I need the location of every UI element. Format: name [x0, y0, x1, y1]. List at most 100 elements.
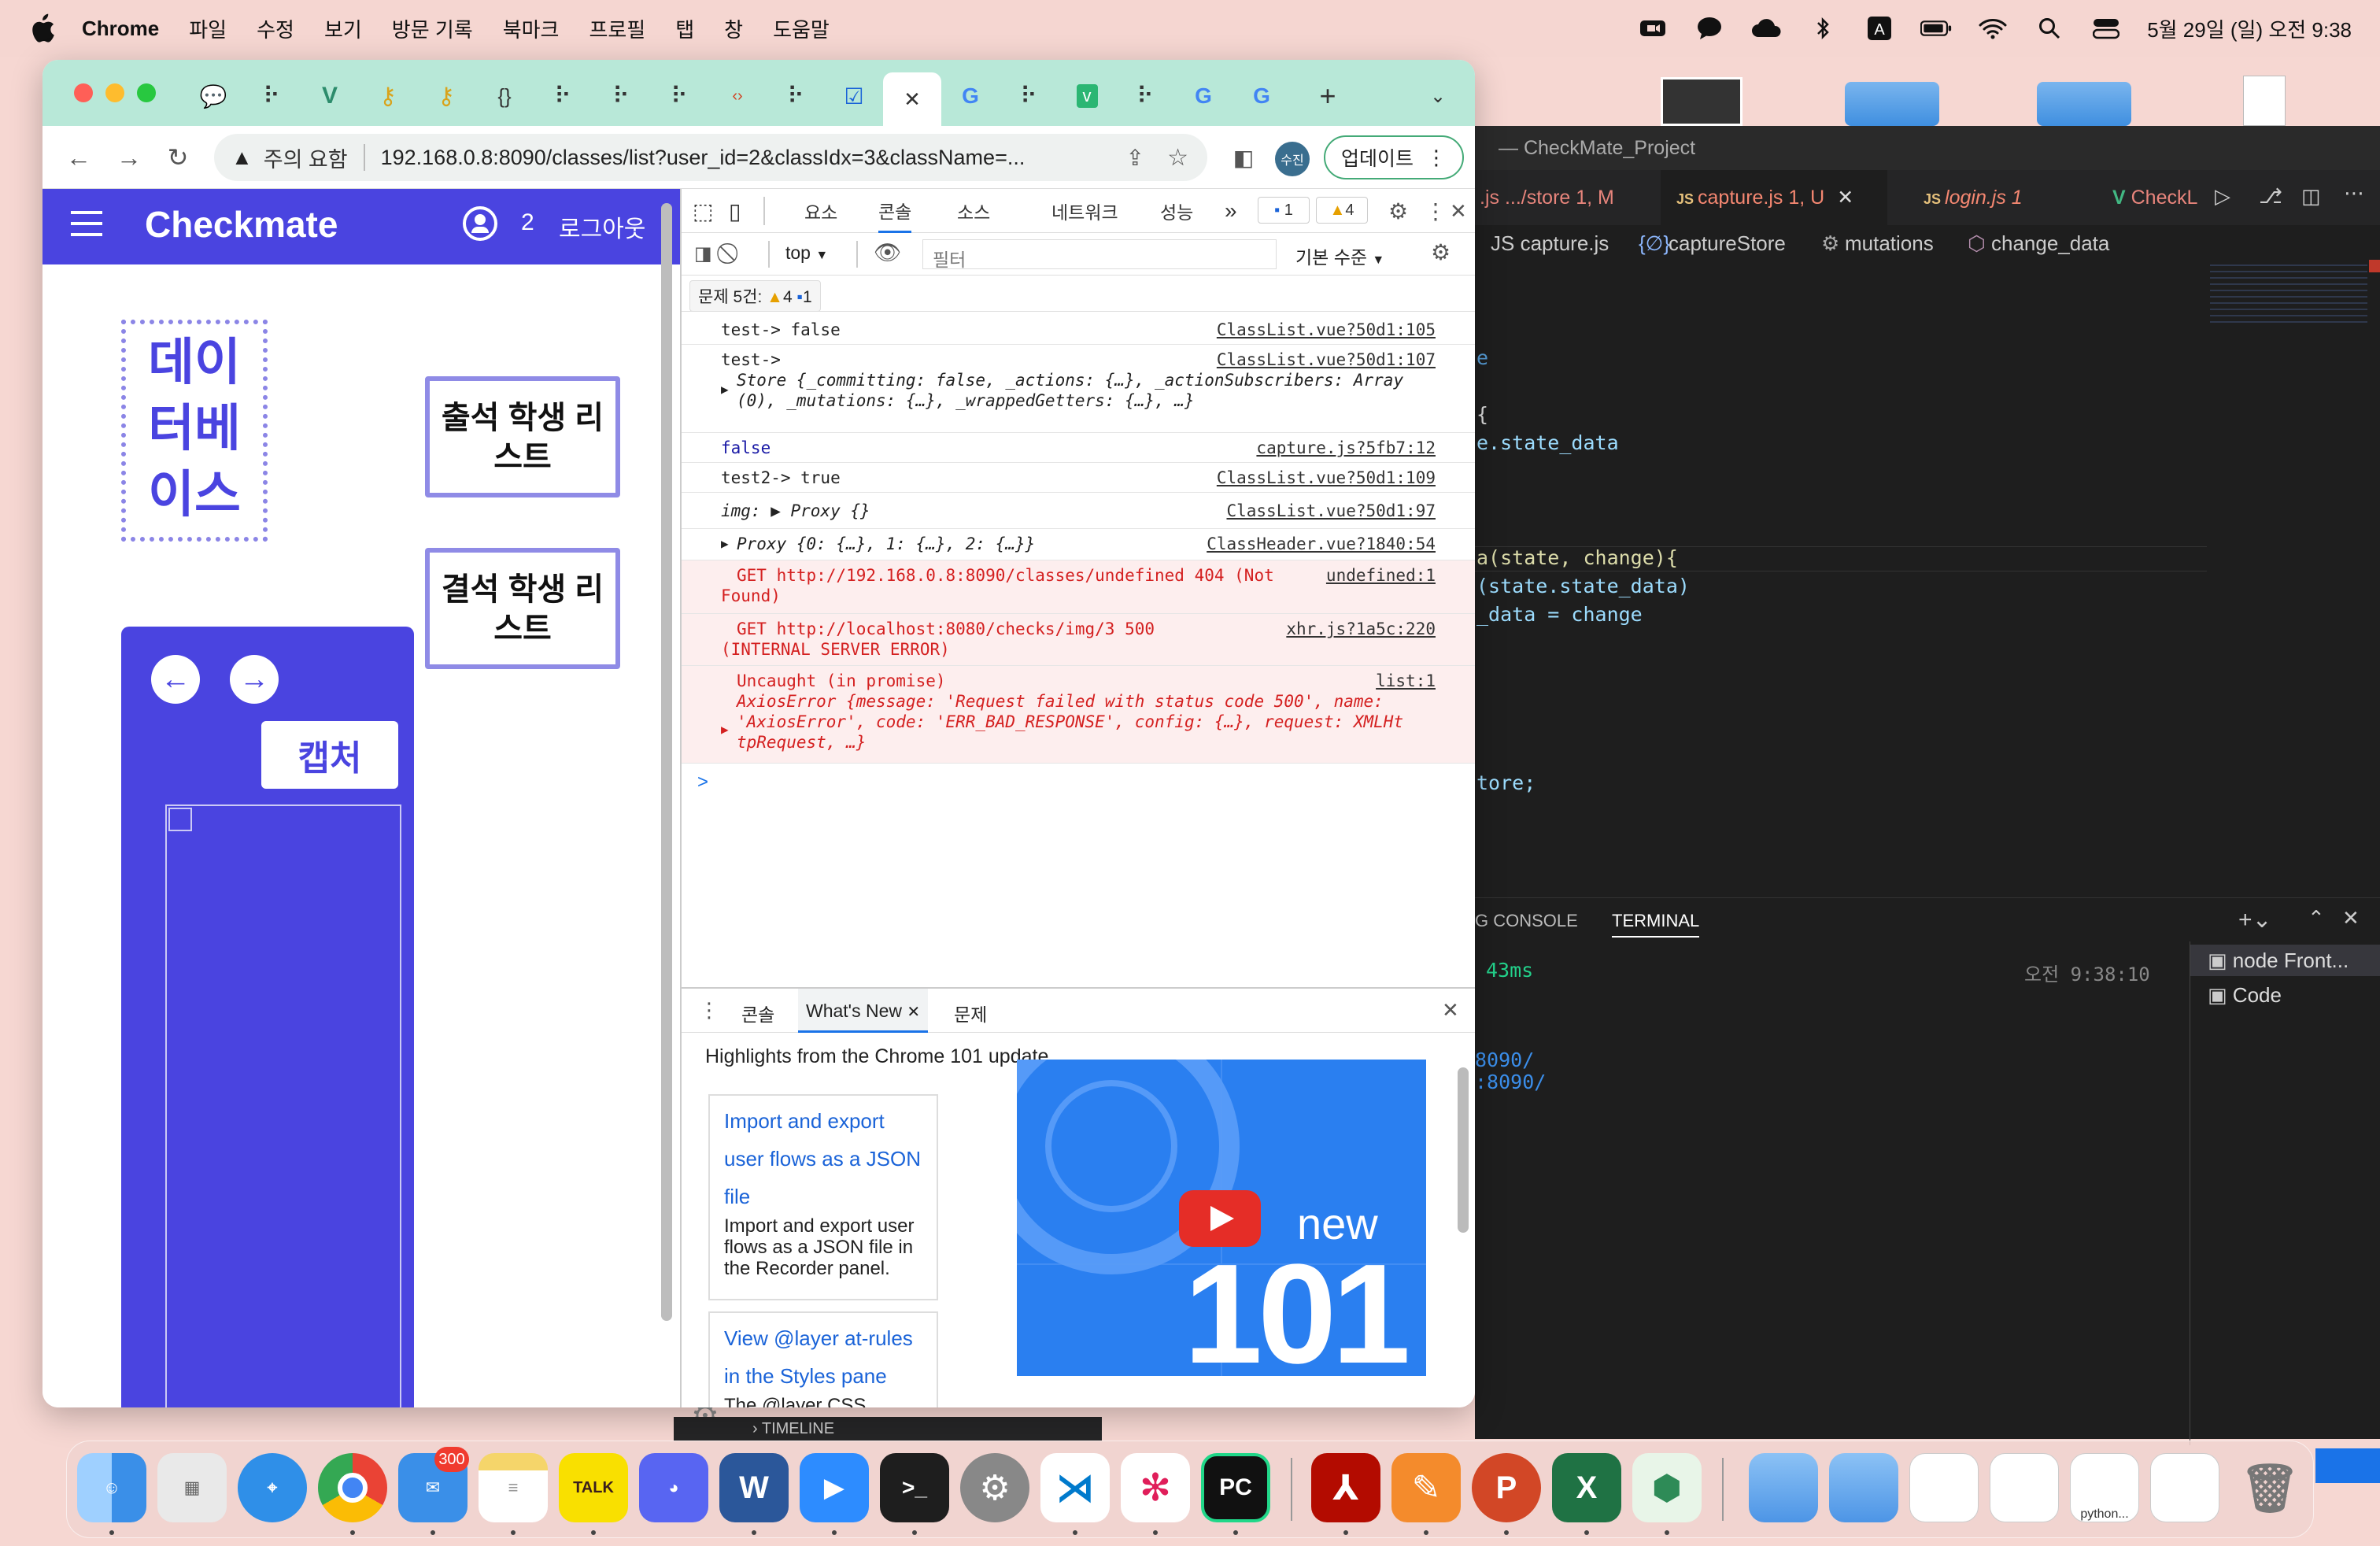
minimap[interactable]	[2210, 260, 2367, 323]
console-message[interactable]: ▶ Proxy {0: {…}, 1: {…}, 2: {…}} ClassHead…	[682, 529, 1475, 560]
notification-corner-icon[interactable]	[2315, 1448, 2380, 1483]
pycharm-icon[interactable]: PC	[1201, 1453, 1270, 1522]
slack-icon[interactable]: ✻	[1121, 1453, 1190, 1522]
console-error[interactable]: GET http://localhost:8080/checks/img/3 5…	[682, 614, 1475, 666]
capture-button[interactable]: 캡처	[261, 721, 398, 789]
menu-app-name[interactable]: Chrome	[82, 17, 159, 41]
kebab-menu-icon[interactable]: ⋮	[1425, 189, 1447, 233]
menu-profiles[interactable]: 프로필	[589, 14, 645, 43]
console-source-link[interactable]: xhr.js?1a5c:220	[1286, 619, 1436, 639]
console-prompt[interactable]: >	[697, 771, 708, 793]
input-source-icon[interactable]: A	[1864, 15, 1895, 42]
tab-app[interactable]: ⠗	[1116, 72, 1174, 120]
tab-v[interactable]: v	[1058, 72, 1116, 120]
vscode-tab-store[interactable]: .js .../store 1, M	[1475, 170, 1661, 225]
tab-performance[interactable]: 성능	[1160, 189, 1193, 233]
finder-icon[interactable]: ☺	[77, 1453, 146, 1522]
desktop-folder-icon[interactable]	[1845, 82, 1939, 126]
menu-window[interactable]: 창	[724, 14, 743, 43]
drawer-menu-icon[interactable]: ⋮	[699, 998, 719, 1023]
close-icon[interactable]: ✕	[1450, 189, 1467, 233]
console-error[interactable]: GET http://192.168.0.8:8090/classes/unde…	[682, 560, 1475, 614]
page-scrollbar[interactable]	[661, 203, 672, 1321]
tab-search-button[interactable]: ⌄	[1409, 72, 1467, 120]
preview-thumbnail-icon[interactable]	[1990, 1453, 2059, 1522]
minimize-window-button[interactable]	[105, 83, 124, 102]
folder-icon[interactable]	[1749, 1453, 1818, 1522]
tab-app[interactable]: ⠗	[767, 72, 825, 120]
tab-elements[interactable]: 요소	[804, 189, 837, 233]
database-label[interactable]: 데이 터베 이스	[121, 320, 268, 542]
drawer-tab-console[interactable]: 콘솔	[741, 1000, 774, 1026]
device-toolbar-icon[interactable]: ▯	[729, 189, 741, 233]
console-filter-input[interactable]: 필터	[922, 239, 1277, 270]
console-message[interactable]: false capture.js?5fb7:12	[682, 433, 1475, 463]
tab-sources[interactable]: 소스	[957, 189, 990, 233]
inspect-icon[interactable]: ⬚	[693, 189, 713, 233]
tab-network[interactable]: 네트워크	[1051, 189, 1118, 233]
desktop-file-icon[interactable]	[2243, 76, 2286, 126]
menu-file[interactable]: 파일	[189, 14, 227, 43]
folder-icon[interactable]	[1829, 1453, 1898, 1522]
timeline-section[interactable]: › TIMELINE	[674, 1417, 1102, 1441]
panel-tab-debug-console[interactable]: G CONSOLE	[1475, 911, 1578, 931]
console-error[interactable]: Uncaught (in promise) list:1 ▶ AxiosError …	[682, 666, 1475, 764]
breadcrumb-mutations[interactable]: mutations	[1845, 231, 1934, 256]
close-icon[interactable]: ✕	[1837, 187, 1853, 209]
preview-thumbnail-icon[interactable]	[2150, 1453, 2219, 1522]
close-icon[interactable]: ✕	[907, 1004, 920, 1021]
expand-arrow-icon[interactable]: ▶	[721, 719, 729, 740]
tab-app[interactable]: ⠗	[650, 72, 708, 120]
menu-history[interactable]: 방문 기록	[392, 14, 473, 43]
context-select[interactable]: top ▼	[785, 242, 828, 264]
menu-view[interactable]: 보기	[324, 14, 362, 43]
excel-icon[interactable]: X	[1552, 1453, 1621, 1522]
expand-arrow-icon[interactable]: ▶	[721, 534, 729, 554]
close-icon[interactable]: ✕	[1442, 998, 1459, 1023]
bluetooth-icon[interactable]	[1807, 15, 1839, 42]
drawer-tab-whats-new[interactable]: What's New ✕	[798, 989, 929, 1033]
tab-google[interactable]: G	[1174, 72, 1232, 120]
console-source-link[interactable]: ClassHeader.vue?1840:54	[1207, 534, 1436, 554]
star-icon[interactable]: ☆	[1167, 144, 1188, 172]
share-icon[interactable]: ⇪	[1126, 145, 1144, 171]
vscode-tab-login[interactable]: JS login.js 1	[1908, 170, 2097, 225]
acrobat-icon[interactable]: ⅄	[1311, 1453, 1380, 1522]
zoom-window-button[interactable]	[137, 83, 156, 102]
breadcrumb-file[interactable]: JS capture.js	[1491, 231, 1609, 256]
eye-icon[interactable]: 👁	[874, 239, 902, 265]
zoom-status-icon[interactable]	[1637, 15, 1669, 42]
terminal-icon[interactable]: >_	[880, 1453, 949, 1522]
profile-avatar[interactable]: 수진	[1275, 142, 1310, 176]
feature-card-title[interactable]: Import and export user flows as a JSON f…	[724, 1102, 922, 1215]
word-icon[interactable]: W	[719, 1453, 789, 1522]
drawer-scrollbar[interactable]	[1458, 1067, 1469, 1233]
tab-google[interactable]: G	[1232, 72, 1291, 120]
issues-button[interactable]: 문제 5건: ▲4 ▪1	[689, 280, 821, 312]
user-avatar-icon[interactable]	[463, 206, 497, 241]
more-icon[interactable]: ⋯	[2344, 181, 2372, 209]
warning-icon[interactable]: ▲	[231, 146, 253, 170]
sidebar-toggle-icon[interactable]: ◨	[694, 242, 712, 265]
feature-card[interactable]: Import and export user flows as a JSON f…	[708, 1094, 938, 1300]
code-line[interactable]: e.state_data	[1476, 431, 1619, 454]
console-message[interactable]: test2-> true ClassList.vue?50d1:109	[682, 463, 1475, 493]
expand-arrow-icon[interactable]: ▶	[721, 379, 729, 400]
safari-icon[interactable]: ⌖	[238, 1453, 307, 1522]
tab-app[interactable]: ⠗	[534, 72, 592, 120]
console-source-link[interactable]: undefined:1	[1326, 565, 1436, 586]
tab-console[interactable]: 콘솔	[878, 189, 912, 233]
drawer-tab-issues[interactable]: 문제	[954, 1000, 987, 1026]
breadcrumb-store[interactable]: captureStore	[1669, 231, 1786, 256]
tab-app[interactable]: ⠗	[242, 72, 301, 120]
discord-icon[interactable]: ◕	[639, 1453, 708, 1522]
more-tabs-icon[interactable]: »	[1225, 189, 1237, 233]
update-button[interactable]: 업데이트 ⋮	[1324, 135, 1464, 179]
desktop-folder-icon[interactable]	[2037, 82, 2131, 126]
vscode-tab-checklist[interactable]: V CheckL	[2097, 170, 2215, 225]
app-icon[interactable]: ⬢	[1632, 1453, 1702, 1522]
system-preferences-icon[interactable]: ⚙	[960, 1453, 1029, 1522]
code-line[interactable]: (state.state_data)	[1476, 575, 1690, 597]
console-settings-gear-icon[interactable]: ⚙	[1431, 239, 1451, 265]
terminal-item-code[interactable]: ▣ Code	[2190, 979, 2380, 1011]
